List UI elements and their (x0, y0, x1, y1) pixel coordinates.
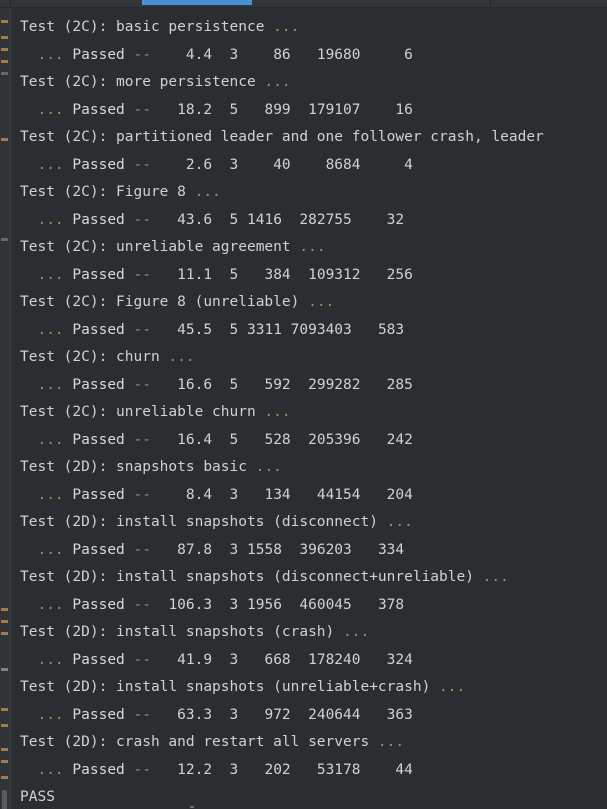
overview-ruler-mark (1, 608, 8, 611)
final-status-line: PASS (20, 789, 55, 805)
test-header-line: Test (2D): install snapshots (disconnect… (20, 514, 413, 530)
test-result-line: ... Passed -- 11.1 5 384 109312 256 (37, 266, 413, 283)
test-header-line: Test (2D): install snapshots (disconnect… (20, 569, 509, 585)
test-result-line: ... Passed -- 63.3 3 972 240644 363 (37, 706, 413, 723)
overview-ruler-mark (1, 48, 8, 51)
scrollbar-thumb[interactable] (2, 790, 7, 809)
overview-ruler-mark (1, 760, 8, 763)
test-result-line: ... Passed -- 16.4 5 528 205396 242 (37, 431, 413, 448)
test-header-line: Test (2D): crash and restart all servers… (20, 734, 405, 750)
overview-ruler-mark (1, 138, 8, 141)
overview-ruler-mark (1, 238, 8, 241)
test-result-line: ... Passed -- 8.4 3 134 44154 204 (37, 486, 413, 503)
test-header-line: Test (2D): install snapshots (crash) ... (20, 624, 370, 640)
test-result-line: ... Passed -- 87.8 3 1558 396203 334 (37, 541, 405, 558)
overview-ruler-mark (1, 72, 8, 75)
test-result-line: ... Passed -- 45.5 5 3311 7093403 583 (37, 321, 405, 338)
overview-ruler-mark (1, 776, 8, 779)
test-header-line: Test (2C): more persistence ... (20, 74, 291, 90)
test-result-line: ... Passed -- 106.3 3 1956 460045 378 (37, 596, 405, 613)
test-header-line: Test (2C): Figure 8 (unreliable) ... (20, 294, 335, 310)
test-header-line: Test (2C): churn ... (20, 349, 195, 365)
test-result-line: ... Passed -- 18.2 5 899 179107 16 (37, 101, 413, 118)
test-header-line: Test (2C): basic persistence ... (20, 19, 300, 35)
overview-ruler-mark (1, 620, 8, 623)
test-header-line: Test (2D): install snapshots (unreliable… (20, 679, 466, 695)
active-tab-indicator[interactable] (142, 0, 252, 5)
test-result-line: ... Passed -- 2.6 3 40 8684 4 (37, 156, 413, 173)
tab-seam (490, 0, 491, 8)
clipped-next-line-glyph (190, 806, 194, 808)
test-result-line: ... Passed -- 16.6 5 592 299282 285 (37, 376, 413, 393)
overview-ruler-mark (1, 748, 8, 751)
overview-ruler-mark (1, 60, 8, 63)
tab-strip (0, 0, 607, 8)
overview-ruler[interactable] (0, 8, 10, 809)
overview-ruler-mark (1, 724, 8, 727)
test-header-line: Test (2C): unreliable agreement ... (20, 239, 326, 255)
terminal-output[interactable]: Test (2C): basic persistence ... ... Pas… (11, 8, 607, 809)
overview-ruler-mark (1, 36, 8, 39)
overview-ruler-mark (1, 20, 8, 23)
test-result-line: ... Passed -- 43.6 5 1416 282755 32 (37, 211, 405, 228)
test-result-line: ... Passed -- 41.9 3 668 178240 324 (37, 651, 413, 668)
overview-ruler-mark (1, 632, 8, 635)
overview-ruler-mark (1, 668, 8, 671)
test-result-line: ... Passed -- 4.4 3 86 19680 6 (37, 46, 413, 63)
test-header-line: Test (2C): partitioned leader and one fo… (20, 129, 544, 145)
overview-ruler-mark (1, 708, 8, 711)
tab-seam (10, 0, 11, 8)
terminal-window: Test (2C): basic persistence ... ... Pas… (0, 0, 607, 809)
test-header-line: Test (2C): Figure 8 ... (20, 184, 221, 200)
test-result-line: ... Passed -- 12.2 3 202 53178 44 (37, 761, 413, 778)
test-header-line: Test (2D): snapshots basic ... (20, 459, 282, 475)
test-header-line: Test (2C): unreliable churn ... (20, 404, 291, 420)
